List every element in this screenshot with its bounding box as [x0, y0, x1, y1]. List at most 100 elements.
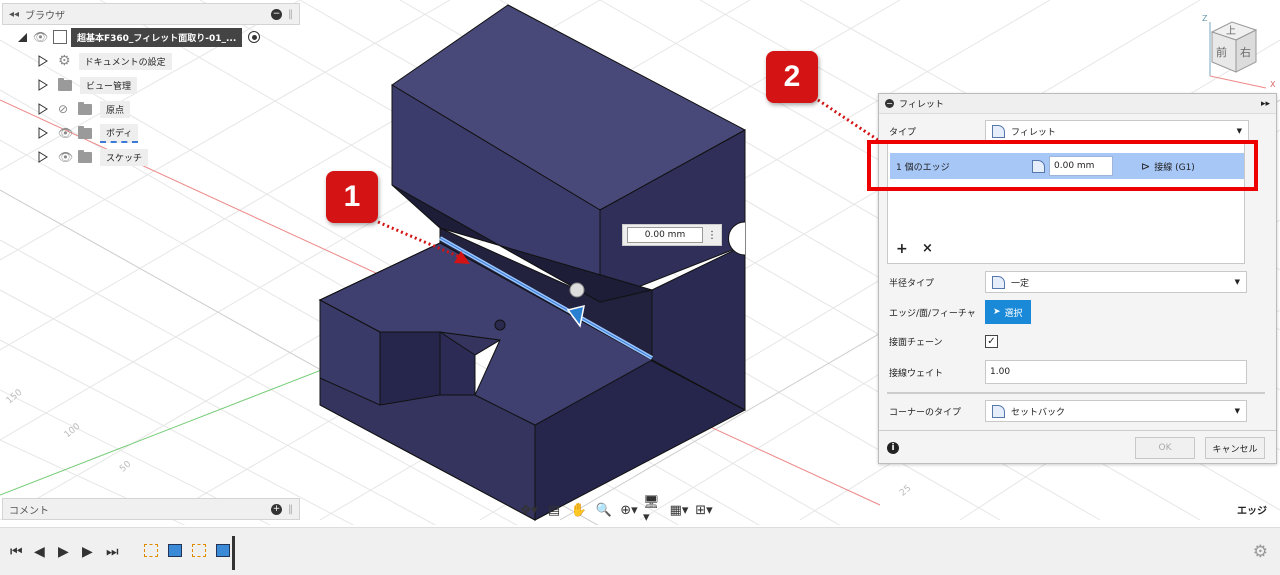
- expand-dialog-icon[interactable]: ▸▸: [1261, 99, 1270, 109]
- browser-item-document-settings[interactable]: ⚙ ドキュメントの設定: [2, 49, 300, 73]
- plus-icon[interactable]: +: [271, 503, 282, 515]
- extrude-feature-icon[interactable]: [168, 544, 182, 557]
- folder-icon: [58, 77, 72, 91]
- activate-radio-icon[interactable]: [248, 31, 261, 43]
- grid-settings-icon[interactable]: ▦▾: [668, 500, 690, 520]
- go-to-start-icon[interactable]: ⏮: [10, 544, 23, 560]
- collapse-dialog-icon[interactable]: −: [885, 99, 894, 108]
- sketch-feature-icon[interactable]: [144, 544, 158, 557]
- eye-icon[interactable]: 👁: [58, 127, 74, 139]
- browser-item-named-views[interactable]: ビュー管理: [2, 73, 300, 97]
- look-at-icon[interactable]: ▤: [543, 500, 565, 520]
- more-icon[interactable]: ⋮: [707, 230, 717, 241]
- selection-status: エッジ: [1237, 506, 1267, 517]
- viewcube-front-face[interactable]: 前: [1216, 44, 1227, 60]
- panel-grip-icon[interactable]: ‖: [288, 504, 293, 515]
- radius-type-row: 半径タイプ 一定 ▼: [889, 271, 1247, 293]
- navigation-toolbar: ✥▾ ▤ ✋ 🔍 ⊕▾ 🖥▾ ▦▾ ⊞▾: [518, 495, 715, 525]
- dialog-title: フィレット: [899, 100, 944, 110]
- callout-marker-2: 2: [766, 51, 818, 103]
- cursor-arrow-icon: ➤: [993, 307, 1001, 317]
- zoom-window-icon[interactable]: ⊕▾: [618, 500, 640, 520]
- browser-item-origin[interactable]: ⊘ 原点: [2, 97, 300, 121]
- fillet-type-icon: [992, 124, 1005, 138]
- browser-item-label[interactable]: 原点: [100, 100, 131, 118]
- type-row: タイプ フィレット ▼: [889, 120, 1249, 142]
- chevron-down-icon: ▼: [1234, 407, 1240, 415]
- highlight-box: [867, 140, 1258, 191]
- selection-row: エッジ/面/フィーチャ ➤ 選択: [889, 300, 1031, 324]
- browser-item-label[interactable]: ドキュメントの設定: [78, 52, 172, 70]
- radius-type-dropdown[interactable]: 一定 ▼: [985, 271, 1247, 293]
- radius-type-value: 一定: [1011, 278, 1030, 289]
- extrude-feature-icon[interactable]: [216, 544, 230, 557]
- pan-hand-icon[interactable]: ✋: [568, 500, 590, 520]
- expand-arrow-icon[interactable]: [38, 103, 48, 115]
- info-icon[interactable]: i: [887, 442, 899, 454]
- browser-item-label[interactable]: ビュー管理: [80, 76, 138, 94]
- collapse-icon[interactable]: ◂◂: [9, 9, 19, 20]
- tangent-chain-label: 接面チェーン: [889, 338, 943, 348]
- divider: [887, 392, 1265, 394]
- eye-hidden-icon[interactable]: ⊘: [58, 103, 74, 115]
- sketch-feature-icon[interactable]: [192, 544, 206, 557]
- browser-root[interactable]: 👁 超基本F360_フィレット面取り-01_...: [2, 25, 300, 49]
- go-to-end-icon[interactable]: ⏭: [106, 544, 119, 560]
- add-icon[interactable]: +: [896, 241, 908, 257]
- setback-icon: [992, 404, 1005, 418]
- step-back-icon[interactable]: ◀: [34, 544, 45, 560]
- expand-arrow-icon[interactable]: [38, 151, 48, 163]
- viewcube-top-face[interactable]: 上: [1226, 22, 1236, 37]
- browser-item-sketches[interactable]: 👁 スケッチ: [2, 145, 300, 169]
- orbit-icon[interactable]: ✥▾: [518, 500, 540, 520]
- expand-arrow-icon[interactable]: [38, 127, 48, 139]
- panel-grip-icon[interactable]: ‖: [288, 9, 293, 20]
- type-label: タイプ: [889, 127, 917, 138]
- expand-arrow-icon[interactable]: [38, 55, 48, 67]
- comments-panel: コメント + ‖: [2, 498, 300, 520]
- delete-icon[interactable]: ×: [922, 241, 933, 256]
- select-button-label: 選択: [1004, 308, 1023, 319]
- type-dropdown[interactable]: フィレット ▼: [985, 120, 1249, 142]
- expand-arrow-icon[interactable]: [38, 79, 48, 91]
- callout-marker-1: 1: [326, 171, 378, 223]
- dialog-header[interactable]: − フィレット ▸▸: [879, 94, 1276, 114]
- zoom-icon[interactable]: 🔍: [593, 500, 615, 520]
- ok-button[interactable]: OK: [1135, 437, 1195, 459]
- browser-item-bodies[interactable]: 👁 ボディ: [2, 121, 300, 145]
- viewcube-right-face[interactable]: 右: [1240, 44, 1251, 60]
- radius-type-icon: [992, 275, 1005, 289]
- corner-type-row: コーナーのタイプ セットバック ▼: [889, 400, 1247, 422]
- timeline-marker-icon[interactable]: [232, 536, 235, 570]
- browser-title: ブラウザ: [25, 10, 66, 22]
- view-cube[interactable]: Z 上 前 右 X: [1198, 14, 1278, 94]
- viewports-icon[interactable]: ⊞▾: [693, 500, 715, 520]
- viewcube-axis-z: Z: [1202, 14, 1208, 23]
- viewcube-axis-x: X: [1270, 80, 1276, 89]
- folder-icon: [78, 125, 92, 139]
- corner-type-label: コーナーのタイプ: [889, 407, 962, 418]
- fillet-radius-manipulator[interactable]: 0.00 mm ⋮: [622, 224, 722, 246]
- root-component-name[interactable]: 超基本F360_フィレット面取り-01_...: [71, 27, 243, 47]
- timeline-features[interactable]: [142, 536, 242, 570]
- select-button[interactable]: ➤ 選択: [985, 300, 1031, 324]
- browser-item-label[interactable]: ボディ: [100, 123, 139, 143]
- gear-icon[interactable]: ⚙: [1253, 542, 1268, 562]
- chevron-down-icon: ▼: [1236, 127, 1242, 135]
- display-settings-icon[interactable]: 🖥▾: [643, 495, 665, 525]
- cancel-button[interactable]: キャンセル: [1205, 437, 1265, 459]
- browser-item-label[interactable]: スケッチ: [100, 148, 149, 166]
- minus-icon[interactable]: −: [271, 8, 282, 20]
- expand-arrow-icon[interactable]: [18, 32, 27, 42]
- play-icon[interactable]: ▶: [58, 544, 69, 560]
- step-forward-icon[interactable]: ▶: [82, 544, 93, 560]
- tangent-chain-checkbox[interactable]: ✓: [985, 335, 998, 348]
- eye-icon[interactable]: 👁: [33, 31, 49, 43]
- radius-input[interactable]: 0.00 mm: [627, 227, 703, 243]
- corner-type-dropdown[interactable]: セットバック ▼: [985, 400, 1247, 422]
- tangent-weight-row: 接線ウェイト 1.00: [889, 360, 1247, 384]
- gear-icon: ⚙: [58, 53, 71, 69]
- divider: [879, 430, 1276, 431]
- eye-icon[interactable]: 👁: [58, 151, 74, 163]
- tangent-weight-input[interactable]: 1.00: [985, 360, 1247, 384]
